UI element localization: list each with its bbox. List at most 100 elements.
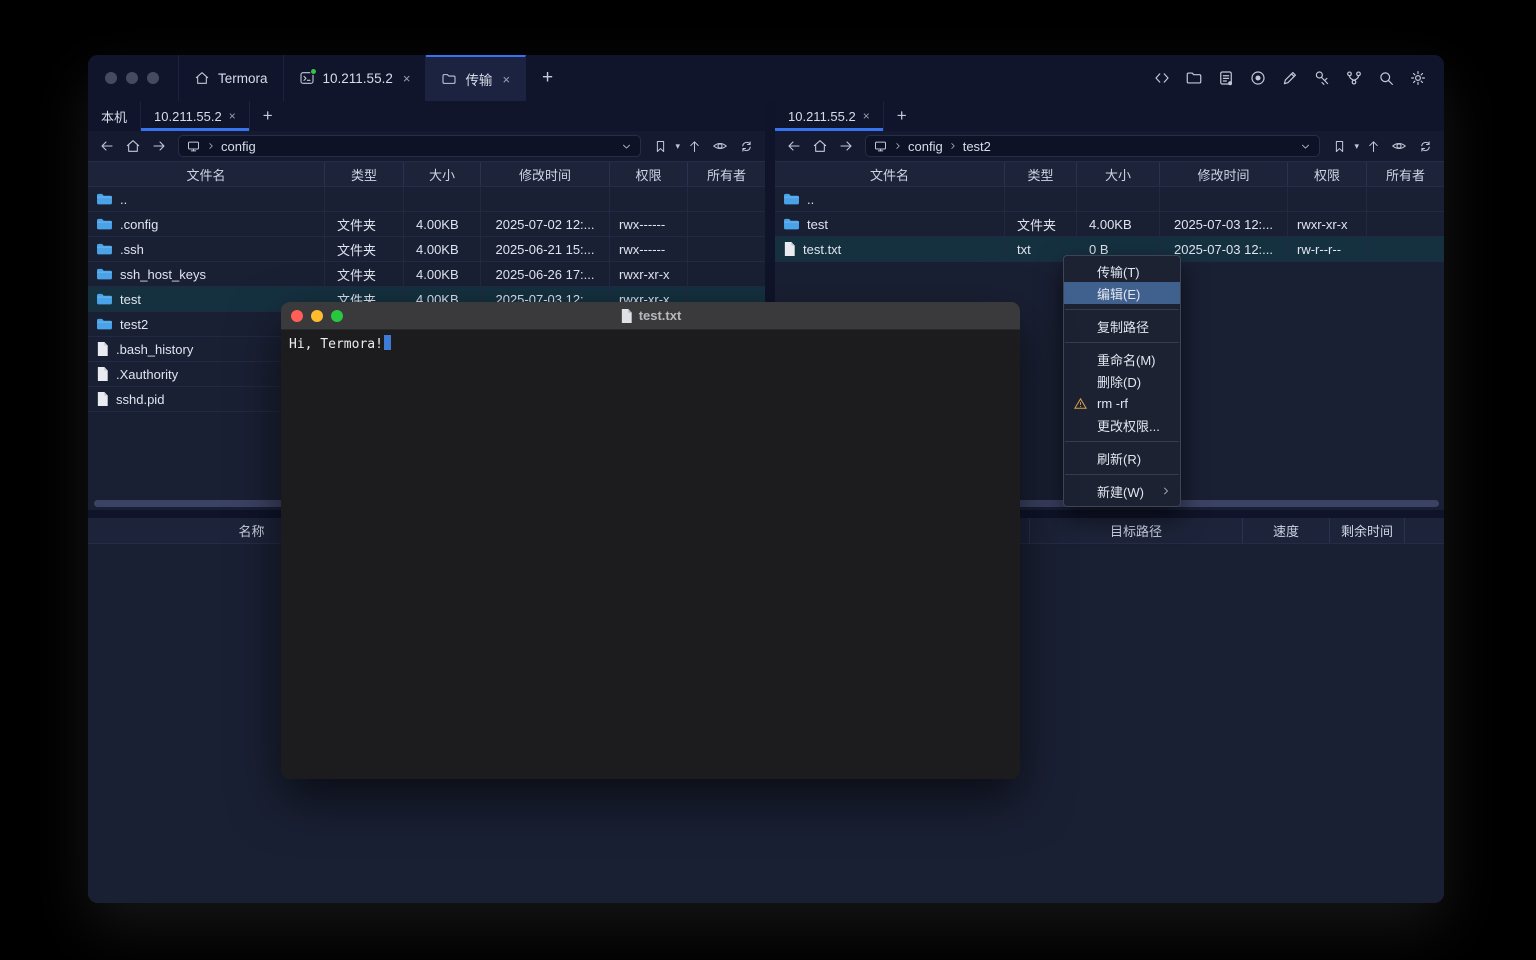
column-header-type[interactable]: 类型 bbox=[1005, 162, 1077, 186]
new-panel-tab-button[interactable]: + bbox=[250, 101, 286, 131]
tab-transfer[interactable]: 传输 × bbox=[426, 55, 526, 101]
tab-termora-home[interactable]: Termora bbox=[178, 55, 284, 101]
column-header-permissions[interactable]: 权限 bbox=[610, 162, 688, 186]
column-header-permissions[interactable]: 权限 bbox=[1288, 162, 1367, 186]
settings-button[interactable] bbox=[1409, 69, 1427, 87]
context-menu: 传输(T) 编辑(E) 复制路径 重命名(M) 删除(D) rm -rf 更改权… bbox=[1063, 255, 1181, 507]
tab-remote-session[interactable]: 10.211.55.2 × bbox=[775, 101, 884, 131]
folder-icon bbox=[96, 267, 113, 281]
editor-minimize-button[interactable] bbox=[311, 310, 323, 322]
home-button[interactable] bbox=[808, 135, 832, 157]
code-icon bbox=[1153, 69, 1171, 87]
path-segment[interactable]: config bbox=[221, 139, 256, 154]
folder-icon bbox=[96, 292, 113, 306]
close-tab-icon[interactable]: × bbox=[502, 72, 510, 87]
new-window-tab-button[interactable]: + bbox=[526, 55, 569, 101]
search-button[interactable] bbox=[1377, 69, 1395, 87]
key-manager-button[interactable] bbox=[1313, 69, 1331, 87]
path-breadcrumb[interactable]: config test2 bbox=[865, 135, 1320, 157]
upload-button[interactable] bbox=[682, 135, 706, 157]
new-panel-tab-button[interactable]: + bbox=[884, 101, 920, 131]
close-tab-icon[interactable]: × bbox=[403, 71, 411, 86]
show-hidden-button[interactable] bbox=[1387, 135, 1411, 157]
file-icon bbox=[96, 366, 109, 382]
editor-zoom-button[interactable] bbox=[331, 310, 343, 322]
path-segment[interactable]: config bbox=[908, 139, 943, 154]
column-header-filename[interactable]: 文件名 bbox=[88, 162, 325, 186]
menu-item-rm-rf[interactable]: rm -rf bbox=[1064, 392, 1180, 414]
column-header-speed[interactable]: 速度 bbox=[1243, 518, 1330, 543]
table-row[interactable]: ssh_host_keys 文件夹 4.00KB 2025-06-26 17:.… bbox=[88, 262, 765, 287]
close-tab-icon[interactable]: × bbox=[229, 109, 236, 123]
bookmark-button[interactable] bbox=[1327, 135, 1351, 157]
menu-item-copy-path[interactable]: 复制路径 bbox=[1064, 315, 1180, 337]
refresh-button[interactable] bbox=[734, 135, 758, 157]
column-header-size[interactable]: 大小 bbox=[1077, 162, 1160, 186]
tab-label: 10.211.55.2 bbox=[154, 109, 222, 124]
snippets-button[interactable] bbox=[1153, 69, 1171, 87]
edit-button[interactable] bbox=[1281, 69, 1299, 87]
bookmark-caret-icon[interactable]: ▾ bbox=[1354, 141, 1359, 152]
tab-remote-session[interactable]: 10.211.55.2 × bbox=[141, 101, 250, 131]
table-row[interactable]: .. bbox=[88, 187, 765, 212]
menu-item-delete[interactable]: 删除(D) bbox=[1064, 370, 1180, 392]
upload-button[interactable] bbox=[1361, 135, 1385, 157]
forward-button[interactable] bbox=[147, 135, 171, 157]
tab-ssh-session[interactable]: 10.211.55.2 × bbox=[284, 55, 427, 101]
column-header-owner[interactable]: 所有者 bbox=[1367, 162, 1444, 186]
bookmark-button[interactable] bbox=[648, 135, 672, 157]
tab-label: Termora bbox=[218, 71, 268, 86]
forward-button[interactable] bbox=[834, 135, 858, 157]
column-header-filename[interactable]: 文件名 bbox=[775, 162, 1005, 186]
menu-item-transfer[interactable]: 传输(T) bbox=[1064, 260, 1180, 282]
column-header-target-path[interactable]: 目标路径 bbox=[1030, 518, 1243, 543]
editor-close-button[interactable] bbox=[291, 310, 303, 322]
chevron-down-icon[interactable] bbox=[620, 140, 633, 153]
file-name: .Xauthority bbox=[116, 367, 178, 382]
file-name: sshd.pid bbox=[116, 392, 164, 407]
file-name: .. bbox=[807, 192, 814, 207]
column-header-remaining-time[interactable]: 剩余时间 bbox=[1330, 518, 1405, 543]
column-header-owner[interactable]: 所有者 bbox=[688, 162, 765, 186]
home-button[interactable] bbox=[121, 135, 145, 157]
menu-item-rename[interactable]: 重命名(M) bbox=[1064, 348, 1180, 370]
computer-icon bbox=[186, 139, 201, 154]
sftp-button[interactable] bbox=[1185, 69, 1203, 87]
window-minimize-button[interactable] bbox=[126, 72, 138, 84]
keychain-button[interactable] bbox=[1345, 69, 1363, 87]
tab-local[interactable]: 本机 bbox=[88, 101, 141, 131]
window-zoom-button[interactable] bbox=[147, 72, 159, 84]
column-header-size[interactable]: 大小 bbox=[404, 162, 481, 186]
close-tab-icon[interactable]: × bbox=[863, 109, 870, 123]
log-button[interactable] bbox=[1217, 69, 1235, 87]
bookmark-caret-icon[interactable]: ▾ bbox=[675, 141, 680, 152]
table-row[interactable]: .ssh 文件夹 4.00KB 2025-06-21 15:... rwx---… bbox=[88, 237, 765, 262]
menu-item-edit[interactable]: 编辑(E) bbox=[1064, 282, 1180, 304]
editor-text-area[interactable]: Hi, Termora! bbox=[281, 330, 1020, 779]
table-row[interactable]: .. bbox=[775, 187, 1444, 212]
path-breadcrumb[interactable]: config bbox=[178, 135, 641, 157]
column-header-type[interactable]: 类型 bbox=[325, 162, 404, 186]
log-document-icon bbox=[1217, 69, 1235, 87]
back-button[interactable] bbox=[782, 135, 806, 157]
bookmark-icon bbox=[1332, 139, 1347, 154]
desktop: Termora 10.211.55.2 × 传输 × + bbox=[0, 0, 1536, 960]
chevron-right-icon bbox=[893, 141, 903, 151]
forward-arrow-icon bbox=[838, 138, 854, 154]
menu-item-new[interactable]: 新建(W) bbox=[1064, 480, 1180, 502]
path-segment[interactable]: test2 bbox=[963, 139, 991, 154]
refresh-button[interactable] bbox=[1413, 135, 1437, 157]
menu-item-change-permissions[interactable]: 更改权限... bbox=[1064, 414, 1180, 436]
table-row[interactable]: test 文件夹 4.00KB 2025-07-03 12:... rwxr-x… bbox=[775, 212, 1444, 237]
menu-item-refresh[interactable]: 刷新(R) bbox=[1064, 447, 1180, 469]
column-header-modified[interactable]: 修改时间 bbox=[481, 162, 610, 186]
refresh-icon bbox=[1418, 139, 1433, 154]
show-hidden-button[interactable] bbox=[708, 135, 732, 157]
gear-icon bbox=[1409, 69, 1427, 87]
record-button[interactable] bbox=[1249, 69, 1267, 87]
back-button[interactable] bbox=[95, 135, 119, 157]
column-header-modified[interactable]: 修改时间 bbox=[1160, 162, 1288, 186]
chevron-down-icon[interactable] bbox=[1299, 140, 1312, 153]
table-row[interactable]: .config 文件夹 4.00KB 2025-07-02 12:... rwx… bbox=[88, 212, 765, 237]
window-close-button[interactable] bbox=[105, 72, 117, 84]
